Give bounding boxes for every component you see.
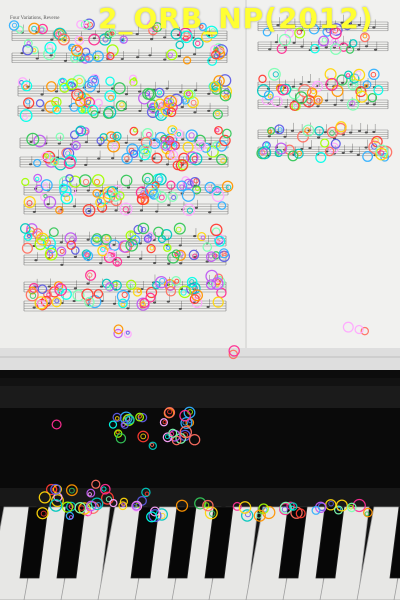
control-panel [0,408,400,490]
method-label: 2_ORB_NP(2012) [98,2,374,35]
piano-keyboard [0,506,400,600]
piano-lid-highlight [0,386,400,408]
sheet-music-title: Four Variations, Reverse [10,16,60,21]
right-page [247,0,400,350]
music-stand-edge [0,348,400,370]
annotated-photo [0,0,400,600]
scene-stage: Four Variations, Reverse 2_ORB_NP(2012) [0,0,400,600]
